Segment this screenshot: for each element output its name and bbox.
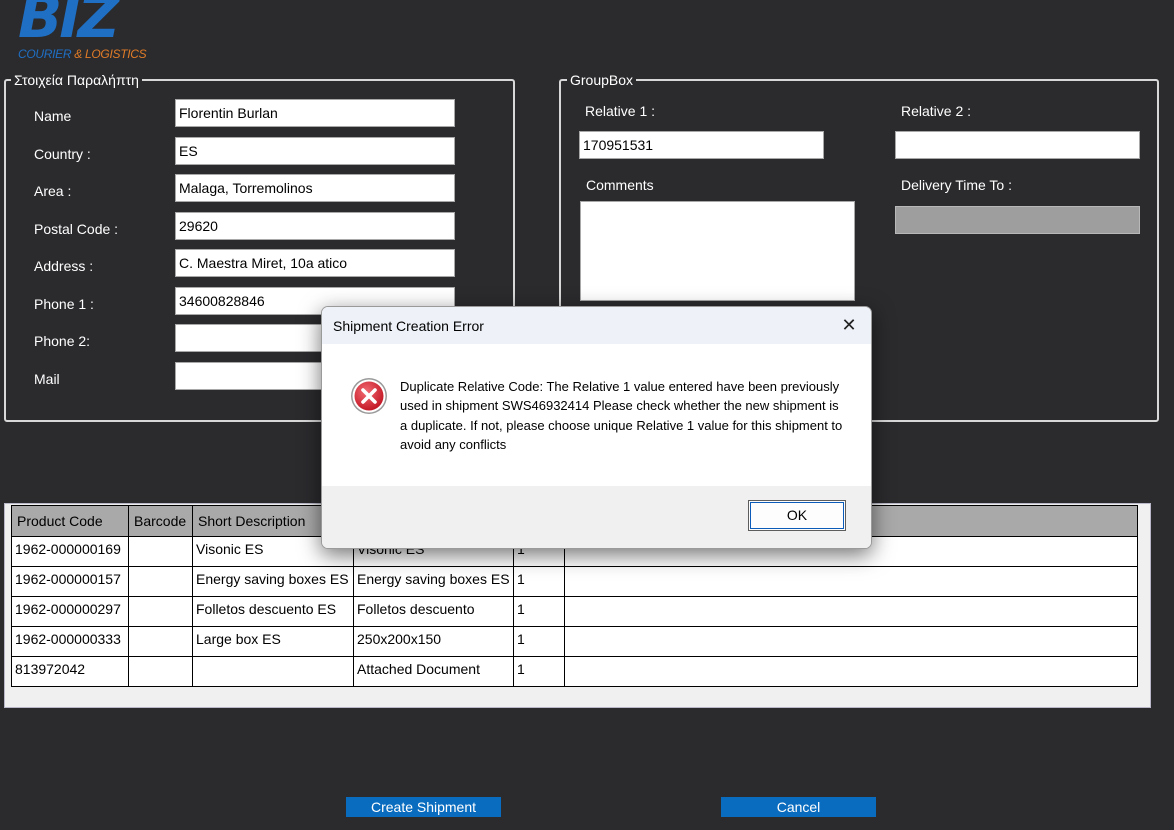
cell-barcode[interactable]	[128, 536, 193, 567]
comments-label: Comments	[586, 177, 654, 193]
country-label: Country :	[34, 146, 91, 162]
cell-extra[interactable]	[564, 566, 1138, 597]
dialog-message: Duplicate Relative Code: The Relative 1 …	[400, 379, 843, 452]
ok-button[interactable]: OK	[748, 500, 846, 531]
cell-extra[interactable]	[564, 626, 1138, 657]
groupbox-title: GroupBox	[567, 72, 637, 88]
area-field[interactable]: Malaga, Torremolinos	[175, 174, 455, 202]
area-label: Area :	[34, 183, 72, 199]
cell-quantity[interactable]: 1	[513, 656, 565, 687]
cell-description[interactable]: Folletos descuento	[353, 596, 514, 627]
mail-label: Mail	[34, 371, 60, 387]
table-row[interactable]: 1962-000000297 Folletos descuento ES Fol…	[11, 596, 1138, 627]
cell-short-description[interactable]	[192, 656, 354, 687]
cell-product-code[interactable]: 1962-000000333	[11, 626, 129, 657]
logo-tagline: COURIER & LOGISTICS	[18, 47, 147, 61]
relative2-label: Relative 2 :	[901, 103, 972, 119]
relative2-field[interactable]	[895, 131, 1140, 159]
recipient-group-title: Στοιχεία Παραλήπτη	[11, 72, 142, 88]
create-shipment-button[interactable]: Create Shipment	[346, 797, 501, 817]
cell-description[interactable]: Attached Document	[353, 656, 514, 687]
dialog-title: Shipment Creation Error	[333, 318, 484, 334]
error-dialog: Shipment Creation Error ✕ Duplicate Rela…	[321, 306, 872, 549]
col-barcode[interactable]: Barcode	[128, 505, 193, 537]
cell-product-code[interactable]: 1962-000000169	[11, 536, 129, 567]
cell-quantity[interactable]: 1	[513, 566, 565, 597]
cell-description[interactable]: Energy saving boxes ES	[353, 566, 514, 597]
relative1-field[interactable]: 170951531	[579, 131, 824, 159]
col-product-code[interactable]: Product Code	[11, 505, 129, 537]
delivery-time-label: Delivery Time To :	[901, 177, 1012, 193]
cell-product-code[interactable]: 1962-000000157	[11, 566, 129, 597]
name-label: Name	[34, 108, 72, 124]
tagline-amp: & LOGISTICS	[74, 47, 147, 61]
address-label: Address :	[34, 258, 94, 274]
delivery-time-field[interactable]	[895, 206, 1140, 234]
phone2-label: Phone 2:	[34, 333, 91, 349]
phone1-label: Phone 1 :	[34, 296, 94, 312]
country-field[interactable]: ES	[175, 137, 455, 165]
cell-barcode[interactable]	[128, 626, 193, 657]
close-icon[interactable]: ✕	[837, 314, 861, 338]
name-field[interactable]: Florentin Burlan	[175, 99, 455, 127]
cell-short-description[interactable]: Large box ES	[192, 626, 354, 657]
cell-product-code[interactable]: 1962-000000297	[11, 596, 129, 627]
cell-description[interactable]: 250x200x150	[353, 626, 514, 657]
table-row[interactable]: 1962-000000333 Large box ES 250x200x150 …	[11, 626, 1138, 657]
postal-code-label: Postal Code :	[34, 221, 119, 237]
table-row[interactable]: 813972042 Attached Document 1	[11, 656, 1138, 687]
address-field[interactable]: C. Maestra Miret, 10a atico	[175, 249, 455, 277]
tagline-main: COURIER	[18, 47, 75, 61]
comments-textarea[interactable]	[580, 201, 855, 301]
table-row[interactable]: 1962-000000157 Energy saving boxes ES En…	[11, 566, 1138, 597]
cell-product-code[interactable]: 813972042	[11, 656, 129, 687]
cell-barcode[interactable]	[128, 656, 193, 687]
cell-extra[interactable]	[564, 656, 1138, 687]
postal-code-field[interactable]: 29620	[175, 212, 455, 240]
cell-short-description[interactable]: Folletos descuento ES	[192, 596, 354, 627]
cell-extra[interactable]	[564, 596, 1138, 627]
error-icon	[350, 377, 388, 415]
cell-short-description[interactable]: Energy saving boxes ES	[192, 566, 354, 597]
cell-barcode[interactable]	[128, 596, 193, 627]
cancel-button[interactable]: Cancel	[721, 797, 876, 817]
logo: BIZ	[18, 0, 120, 51]
relative1-label: Relative 1 :	[585, 103, 656, 119]
cell-quantity[interactable]: 1	[513, 596, 565, 627]
cell-quantity[interactable]: 1	[513, 626, 565, 657]
cell-barcode[interactable]	[128, 566, 193, 597]
